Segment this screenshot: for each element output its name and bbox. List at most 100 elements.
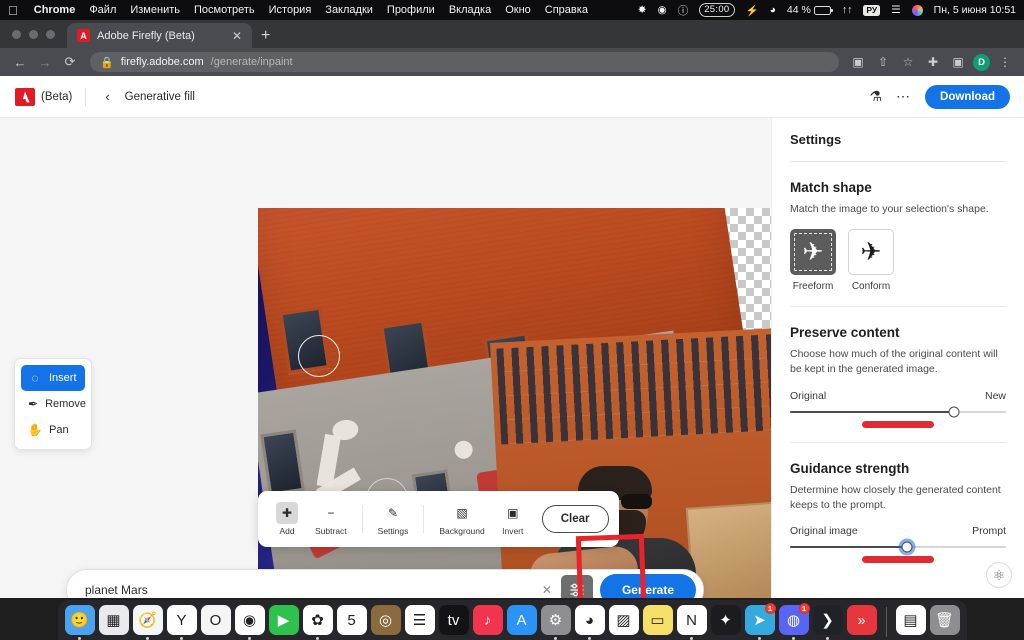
wifi-icon[interactable]: ◕ — [770, 4, 776, 16]
match-shape-conform[interactable]: ✈ Conform — [848, 229, 894, 292]
menu-item-history[interactable]: История — [269, 4, 312, 16]
dropbox-icon[interactable]: ✸ — [638, 4, 647, 16]
dock-item-notes[interactable]: ▭ — [643, 605, 673, 640]
menubar-clock[interactable]: Пн, 5 июня 10:51 — [934, 4, 1016, 16]
selection-mask-region[interactable] — [590, 208, 771, 432]
tool-remove[interactable]: ✒ Remove — [21, 391, 85, 417]
new-tab-button[interactable]: + — [252, 28, 279, 44]
dock-item-ninja-app[interactable]: ◕ — [575, 605, 605, 640]
siri-icon[interactable] — [912, 5, 923, 16]
toolbar-subtract[interactable]: − Subtract — [308, 499, 354, 539]
dock-item-downloads-stack[interactable]: ▤ — [896, 605, 926, 640]
preserve-content-slider-knob[interactable] — [949, 406, 960, 417]
guidance-strength-slider[interactable] — [790, 546, 1006, 548]
toolbar-background[interactable]: ▧ Background — [432, 499, 491, 539]
download-button[interactable]: Download — [925, 85, 1010, 109]
toolbar-add[interactable]: ✚ Add — [268, 499, 306, 539]
translate-icon[interactable]: ▣ — [848, 52, 868, 72]
preserve-content-slider[interactable] — [790, 411, 1006, 413]
prompt-bar[interactable]: planet Mars ✕ Generate — [66, 569, 704, 598]
menu-item-view[interactable]: Посмотреть — [194, 4, 255, 16]
dock-item-chrome[interactable]: ◉ — [235, 605, 265, 640]
close-tab-button[interactable]: ✕ — [230, 30, 244, 42]
guidance-strength-slider-knob[interactable] — [901, 542, 912, 553]
dock-item-appstore[interactable]: A — [507, 605, 537, 640]
maximize-window-button[interactable] — [46, 30, 55, 39]
pomodoro-timer[interactable]: 25:00 — [699, 3, 734, 17]
close-window-button[interactable] — [12, 30, 21, 39]
dock-item-red-arrow-app[interactable]: » — [847, 605, 877, 640]
bluetooth-icon[interactable]: ⚡ — [746, 4, 759, 17]
browser-tab-firefly[interactable]: A Adobe Firefly (Beta) ✕ — [67, 23, 252, 48]
dock-item-figma[interactable]: ✦ — [711, 605, 741, 640]
airdrop-icon[interactable]: ↑↑ — [842, 4, 853, 16]
vpn-shield-icon[interactable]: ⓘ — [678, 3, 689, 18]
prompt-input[interactable]: planet Mars — [85, 583, 533, 597]
toolbar-settings[interactable]: ✎ Settings — [371, 499, 416, 539]
menu-item-help[interactable]: Справка — [545, 4, 588, 16]
adobe-favicon-icon: A — [77, 29, 90, 42]
menu-item-tab[interactable]: Вкладка — [449, 4, 491, 16]
menu-item-edit[interactable]: Изменить — [130, 4, 180, 16]
chrome-menu-icon[interactable]: ⋮ — [995, 52, 1015, 72]
app-header: (Beta) ‹ Generative fill ⚗ ⋯ Download — [0, 76, 1024, 118]
toolbar-subtract-label: Subtract — [315, 526, 347, 536]
dock-item-trash[interactable]: 🗑 — [930, 605, 960, 640]
side-panel-icon[interactable]: ▣ — [948, 52, 968, 72]
toolbar-invert[interactable]: ▣ Invert — [494, 499, 532, 539]
profile-avatar[interactable]: D — [973, 54, 990, 71]
back-chevron-icon[interactable]: ‹ — [99, 89, 115, 104]
dock-item-reminders[interactable]: ☰ — [405, 605, 435, 640]
match-shape-freeform[interactable]: ✈ Freeform — [790, 229, 836, 292]
address-bar[interactable]: 🔒 firefly.adobe.com/generate/inpaint — [90, 52, 839, 72]
dock-item-appletv[interactable]: tv — [439, 605, 469, 640]
window-traffic-lights[interactable] — [10, 20, 67, 48]
dock-item-telegram[interactable]: ➤1 — [745, 605, 775, 640]
minimize-window-button[interactable] — [29, 30, 38, 39]
extensions-puzzle-icon[interactable]: ✚ — [923, 52, 943, 72]
keyboard-layout-indicator[interactable]: РУ — [863, 5, 880, 16]
dock-item-preview[interactable]: ▨ — [609, 605, 639, 640]
dock-item-yandex[interactable]: Y — [167, 605, 197, 640]
menu-item-profiles[interactable]: Профили — [387, 4, 435, 16]
dock-item-photos[interactable]: ✿ — [303, 605, 333, 640]
back-button[interactable]: ← — [9, 51, 31, 73]
menu-item-bookmarks[interactable]: Закладки — [325, 4, 373, 16]
clear-prompt-icon[interactable]: ✕ — [533, 583, 561, 597]
openai-badge-icon[interactable]: ⚛ — [986, 562, 1012, 588]
url-host: firefly.adobe.com — [121, 56, 204, 68]
dock-item-safari[interactable]: 🧭 — [133, 605, 163, 640]
dock-item-music[interactable]: ♪ — [473, 605, 503, 640]
forward-button[interactable]: → — [34, 51, 56, 73]
bookmark-star-icon[interactable]: ☆ — [898, 52, 918, 72]
apple-logo-icon[interactable]:  — [8, 4, 18, 17]
menu-item-file[interactable]: Файл — [89, 4, 116, 16]
canvas-area[interactable]: ◌ Insert ✒ Remove ✋ Pan ✚ Add — [0, 118, 771, 598]
dock-item-settings[interactable]: ⚙ — [541, 605, 571, 640]
battery-status[interactable]: 44 % — [787, 4, 831, 16]
tool-insert[interactable]: ◌ Insert — [21, 365, 85, 391]
tool-pan[interactable]: ✋ Pan — [21, 417, 85, 443]
menu-item-chrome[interactable]: Chrome — [34, 4, 76, 16]
dock-item-launchpad[interactable]: ▦ — [99, 605, 129, 640]
share-icon[interactable]: ⇧ — [873, 52, 893, 72]
control-center-icon[interactable]: ☰ — [891, 4, 900, 16]
cloud-sync-icon[interactable]: ◉ — [658, 4, 667, 16]
dock-item-discord[interactable]: ◍1 — [779, 605, 809, 640]
dock-item-opera[interactable]: O — [201, 605, 231, 640]
adobe-logo-icon[interactable] — [14, 87, 36, 107]
dock-item-terminal-app[interactable]: ❯ — [813, 605, 843, 640]
generate-button[interactable]: Generate — [600, 574, 696, 598]
dock-item-notion[interactable]: N — [677, 605, 707, 640]
reload-button[interactable]: ⟳ — [59, 51, 81, 73]
menu-item-window[interactable]: Окно — [505, 4, 531, 16]
clear-button[interactable]: Clear — [542, 505, 609, 533]
dock-item-facetime[interactable]: ▶ — [269, 605, 299, 640]
dock-item-podcasts[interactable]: ◎ — [371, 605, 401, 640]
dock-apps: 🙂▦🧭YO◉▶✿5◎☰tv♪A⚙◕▨▭N✦➤1◍1❯» ▤🗑 — [58, 600, 967, 640]
dock-item-calendar[interactable]: 5 — [337, 605, 367, 640]
more-options-icon[interactable]: ⋯ — [896, 88, 911, 105]
flask-icon[interactable]: ⚗ — [869, 88, 882, 105]
prompt-settings-button[interactable] — [561, 575, 593, 598]
dock-item-finder[interactable]: 🙂 — [65, 605, 95, 640]
